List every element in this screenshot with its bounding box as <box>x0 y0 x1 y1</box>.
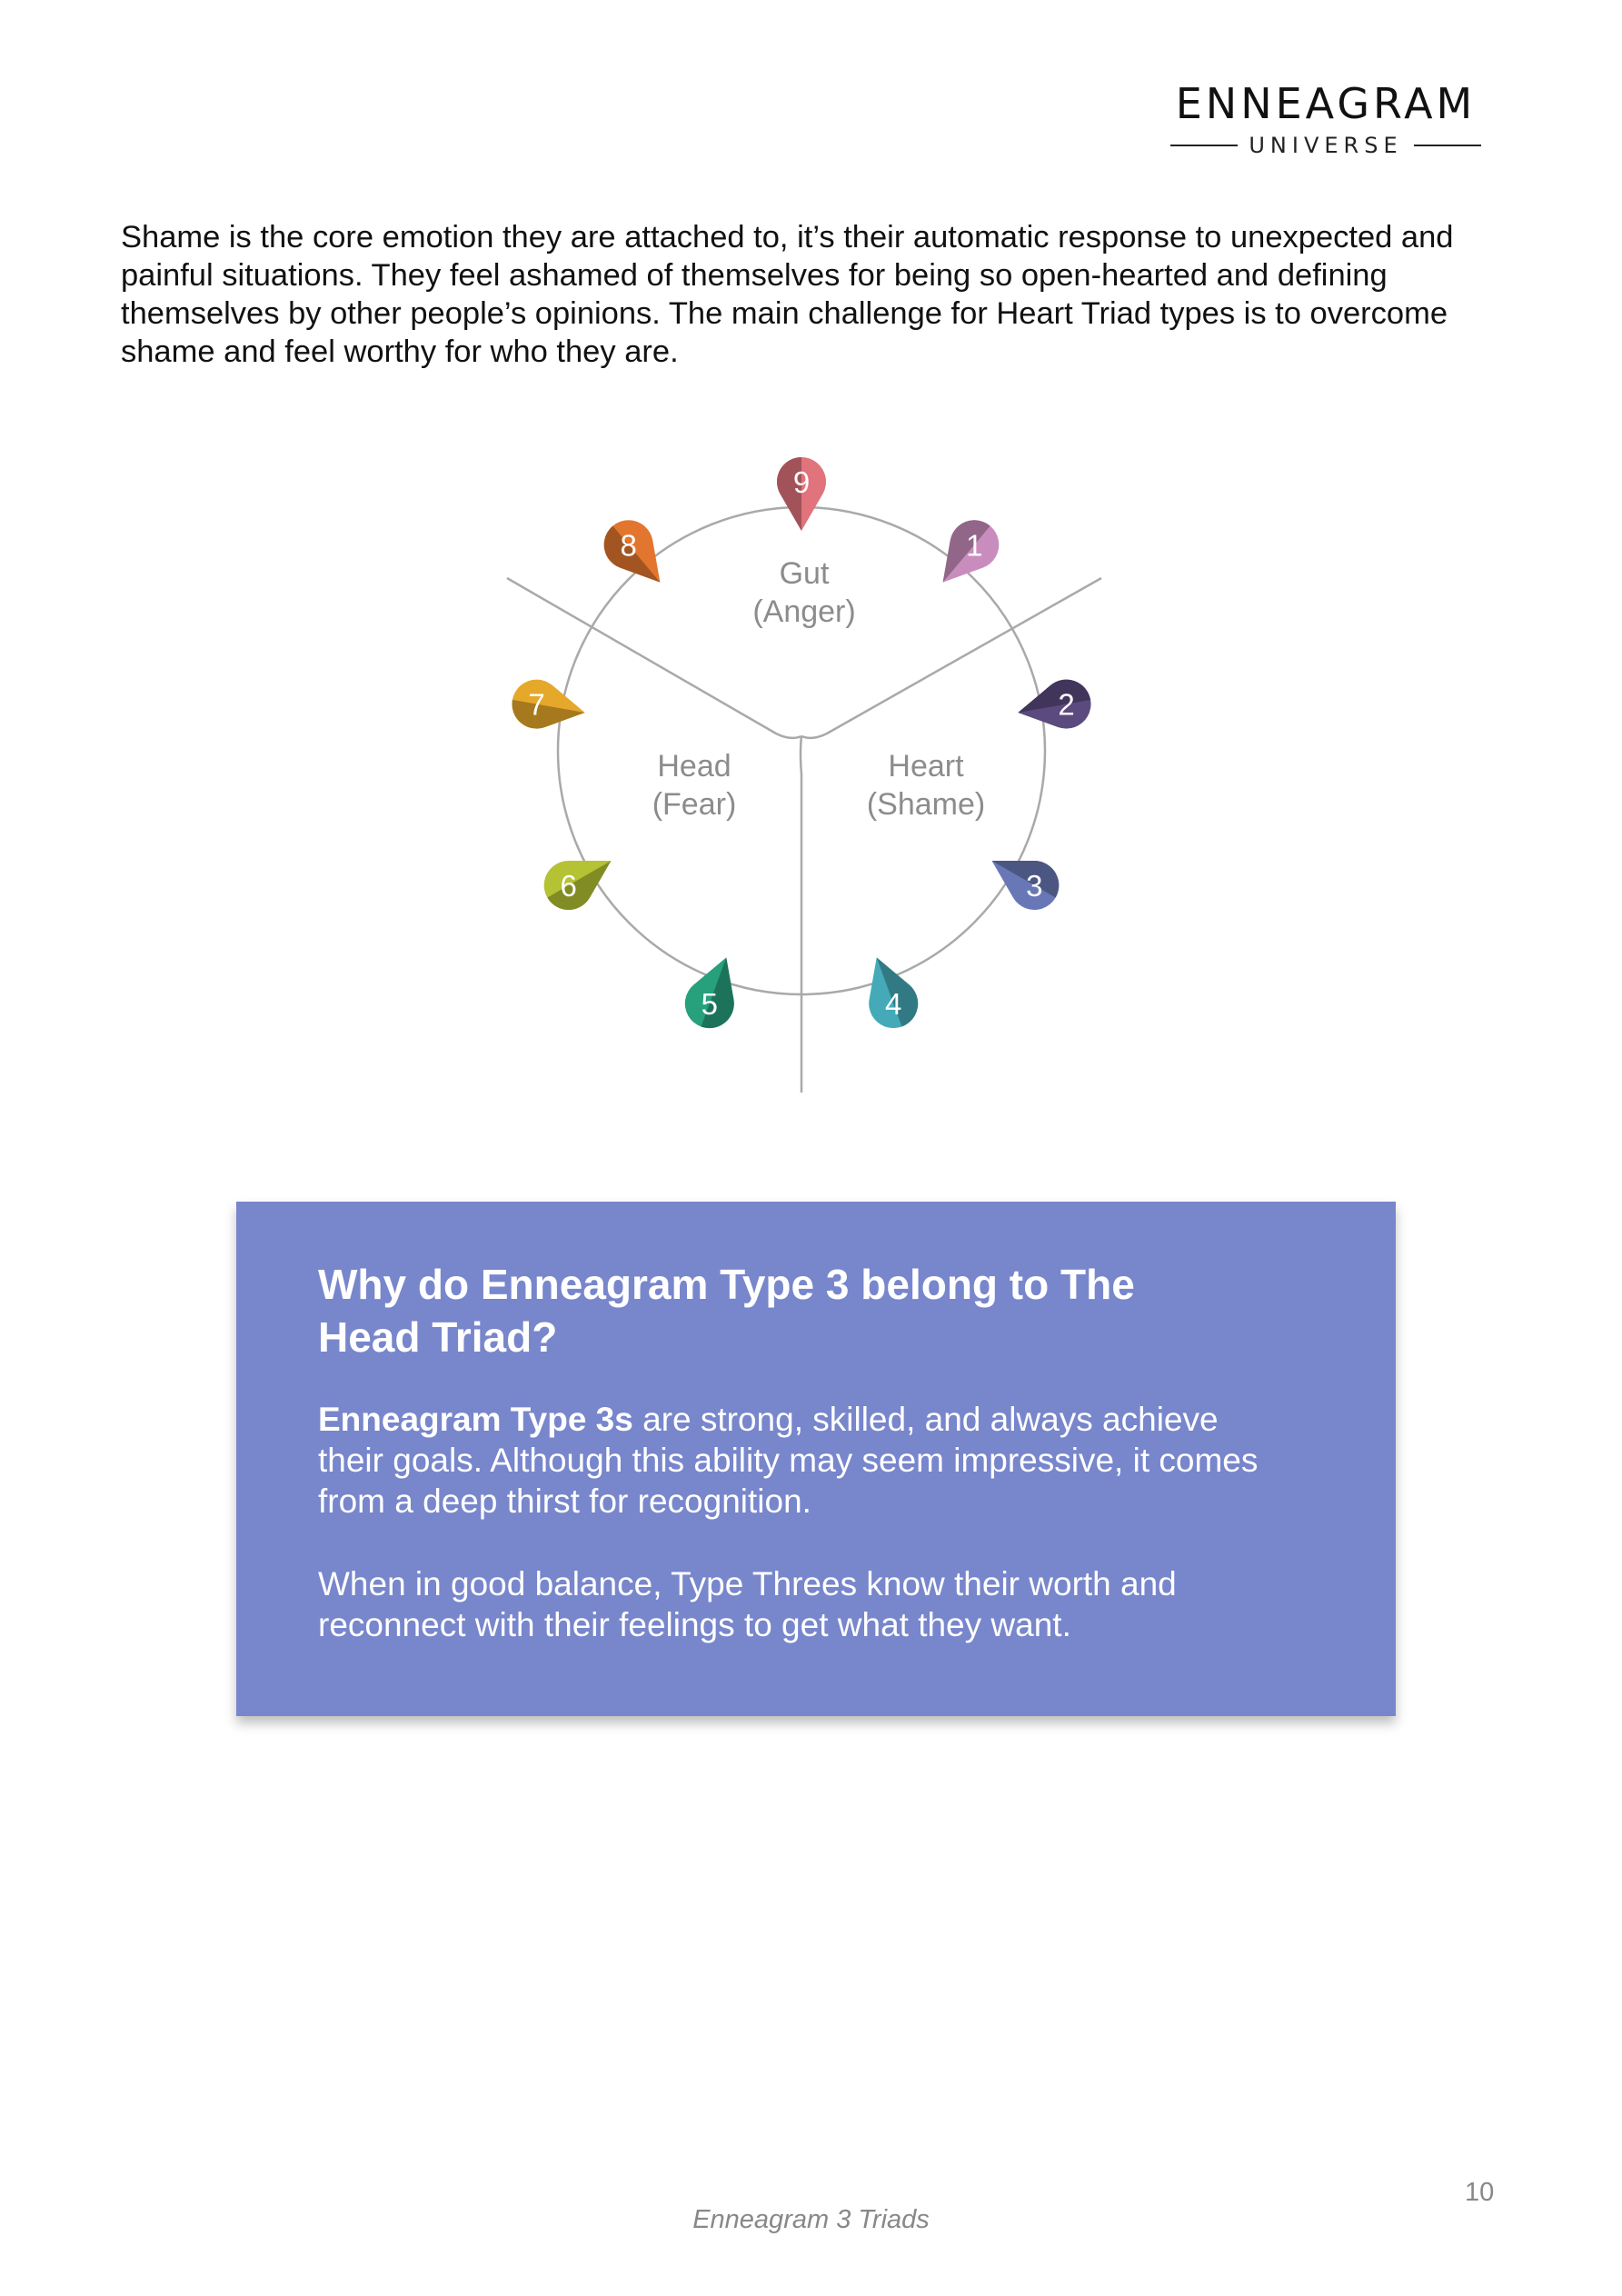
type-8-marker: 8 <box>603 520 661 583</box>
type-1-marker: 1 <box>942 520 1000 583</box>
type-7-label: 7 <box>528 688 544 722</box>
center-heart-emotion: (Shame) <box>867 787 985 822</box>
footer-title: Enneagram 3 Triads <box>692 2205 930 2234</box>
brand-logo: ENNEAGRAM UNIVERSE <box>1169 80 1483 158</box>
center-head-name: Head <box>657 749 731 784</box>
logo-rule-left <box>1170 145 1239 146</box>
logo-subtitle: UNIVERSE <box>1249 133 1403 158</box>
page-number: 10 <box>1465 2178 1495 2207</box>
logo-subtitle-row: UNIVERSE <box>1169 133 1483 158</box>
triad-diagram: Gut (Anger) Head (Fear) Heart (Shame) 9 1… <box>473 418 1127 1109</box>
type-5-label: 5 <box>702 987 718 1021</box>
callout-title: Why do Enneagram Type 3 belong to The He… <box>318 1261 1135 1361</box>
type-4-label: 4 <box>885 987 901 1021</box>
type-9-marker: 9 <box>777 457 826 531</box>
center-gut-emotion: (Anger) <box>752 594 855 629</box>
callout-paragraph-1: Enneagram Type 3s are strong, skilled, a… <box>318 1399 1281 1522</box>
type-4-marker: 4 <box>869 957 919 1029</box>
center-heart-name: Heart <box>888 749 964 784</box>
callout-paragraph-2: When in good balance, Type Threes know t… <box>318 1565 1177 1643</box>
type-5-marker: 5 <box>684 957 734 1029</box>
callout-bold-lead: Enneagram Type 3s <box>318 1401 633 1438</box>
type-8-label: 8 <box>621 528 637 562</box>
type-2-label: 2 <box>1058 688 1074 722</box>
type-3-label: 3 <box>1026 869 1042 903</box>
info-callout: Why do Enneagram Type 3 belong to The He… <box>236 1202 1396 1716</box>
triad-diagram-svg: Gut (Anger) Head (Fear) Heart (Shame) 9 1… <box>506 457 1102 1093</box>
type-2-marker: 2 <box>1018 679 1091 729</box>
logo-rule-right <box>1413 145 1481 146</box>
logo-title: ENNEAGRAM <box>1175 79 1477 128</box>
type-1-label: 1 <box>966 528 982 562</box>
type-9-label: 9 <box>793 465 810 499</box>
intro-paragraph: Shame is the core emotion they are attac… <box>121 220 1454 369</box>
type-7-marker: 7 <box>512 679 585 729</box>
center-gut-name: Gut <box>780 556 830 591</box>
center-head-emotion: (Fear) <box>652 787 737 822</box>
type-6-label: 6 <box>561 869 577 903</box>
